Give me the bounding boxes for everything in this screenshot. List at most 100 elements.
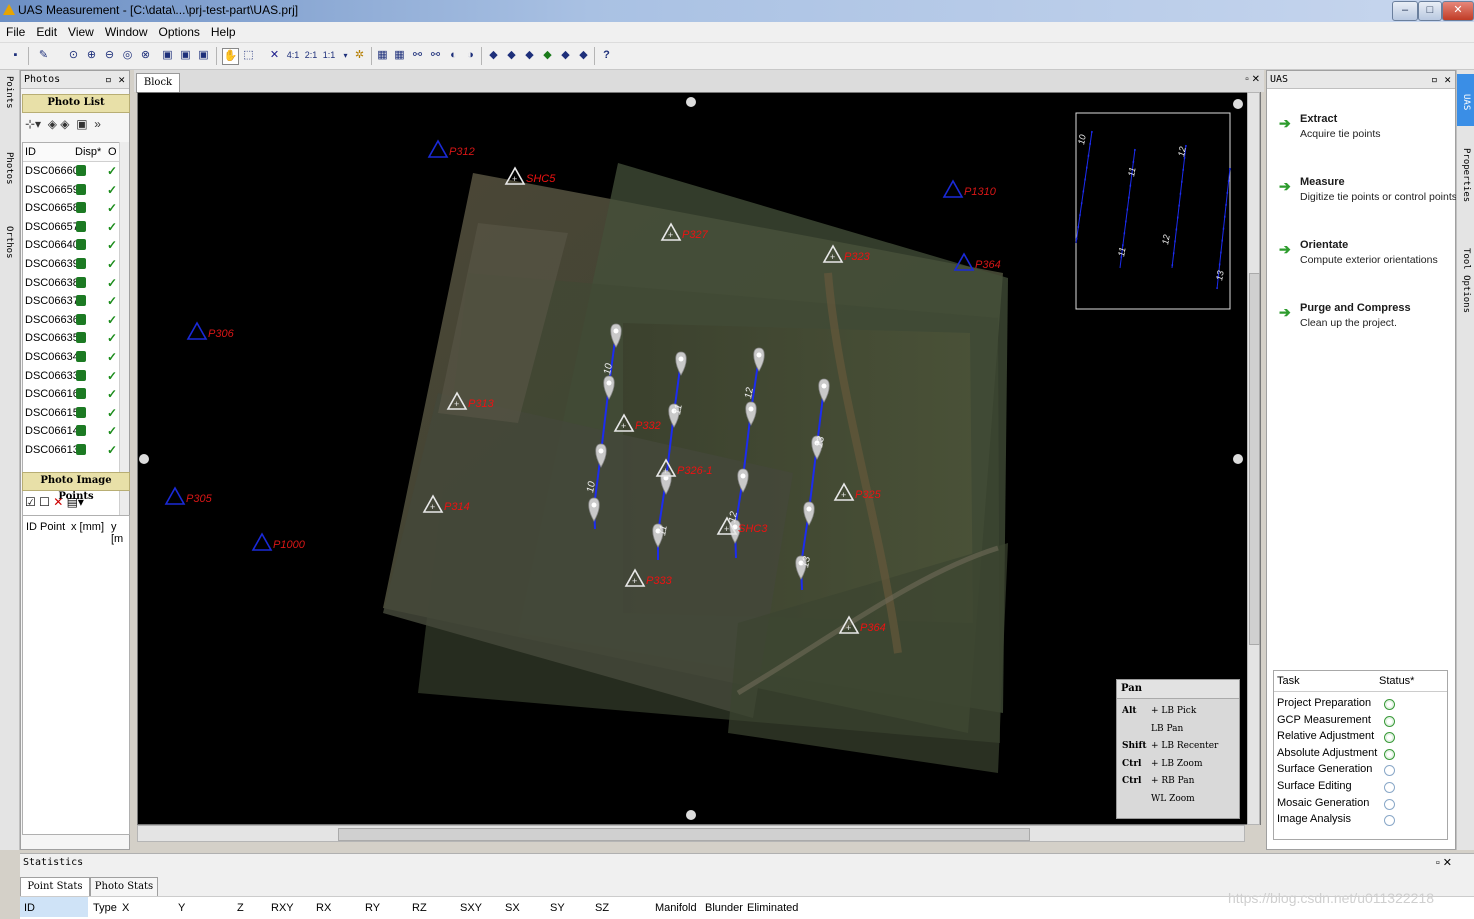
check-icon[interactable]: ✓ [107,218,117,236]
tool-icon[interactable]: ✎ [36,48,51,63]
menu-window[interactable]: Window [99,22,153,39]
zoom-out-icon[interactable]: ⊗ [138,48,153,63]
display-icon[interactable] [76,183,86,195]
points-dock-tab[interactable]: Points [4,76,14,109]
camera-6-icon[interactable]: ◆ [576,48,591,63]
check-icon[interactable]: ✓ [107,236,117,254]
gcp-marker[interactable]: P1000 [251,532,306,551]
pan-hand-icon[interactable]: ✋ [222,48,239,65]
zoom-4-1[interactable]: 4:1 [285,48,301,63]
stats-col[interactable]: RZ [412,902,427,914]
nav-left-icon[interactable] [139,454,149,464]
task-name[interactable]: Surface Editing [1277,780,1352,792]
gcp-triangle-icon[interactable] [251,532,273,551]
menu-view[interactable]: View [62,22,99,39]
zoom-point-icon[interactable]: ◎ [120,48,135,63]
stats-col[interactable]: SY [550,902,565,914]
check-icon[interactable]: ✓ [107,162,117,180]
photo-row[interactable]: DSC06615 ✓ [23,404,120,423]
col-o[interactable]: O [108,143,117,161]
statistics-close-icon[interactable]: ▫ ✕ [1436,856,1452,869]
block-close-icon[interactable]: ▫ ✕ [1245,74,1260,85]
photo-row[interactable]: DSC06633 ✓ [23,367,120,386]
display-icon[interactable] [76,257,86,269]
photo-row[interactable]: DSC06613 ✓ [23,441,120,460]
gcp-marker[interactable]: P1310 [942,179,997,198]
stats-col[interactable]: Z [237,902,244,914]
display-icon[interactable] [76,220,86,232]
block-hscroll[interactable] [137,825,1245,842]
check-icon[interactable]: ✓ [107,441,117,459]
uas-dock-tab[interactable]: UAS [1461,94,1471,110]
display-icon[interactable] [76,443,86,455]
photo-row[interactable]: DSC06640 ✓ [23,236,120,255]
block-vscroll[interactable] [1247,92,1260,825]
col-id-point[interactable]: ID Point [26,521,65,533]
photos-dock-tab[interactable]: Photos [4,152,14,185]
photo-row[interactable]: DSC06614 ✓ [23,422,120,441]
gcp-marker[interactable]: P305 [164,486,213,505]
task-name[interactable]: Absolute Adjustment [1277,747,1377,759]
display-icon[interactable] [76,425,86,437]
stats-col[interactable]: SX [505,902,520,914]
tab-block[interactable]: Block [136,73,180,93]
gcp-marker[interactable]: P312 [427,139,475,158]
check-icon[interactable]: ✓ [107,329,117,347]
stats-col[interactable]: Manifold [655,902,697,914]
check-icon[interactable]: ✓ [107,404,117,422]
photo-row[interactable]: DSC06636 ✓ [23,311,120,330]
menu-options[interactable]: Options [153,22,205,39]
display-icon[interactable] [76,295,86,307]
photo-list[interactable]: ID Disp* O DSC06660 ✓ DSC06659 ✓ DSC06658 ✓ DS… [22,142,121,524]
check-icon[interactable]: ✓ [107,367,117,385]
check-icon[interactable]: ✓ [107,274,117,292]
zoom-in-icon[interactable]: ⊕ [84,48,99,63]
check-icon[interactable]: ✓ [107,292,117,310]
display-icon[interactable] [76,369,86,381]
camera-2-icon[interactable]: ◆ [504,48,519,63]
image-points-list[interactable]: ID Point x [mm] y [m [22,515,130,835]
task-table[interactable]: Task Status* Project Preparation GCP Meas… [1273,670,1448,840]
overview-map[interactable] [1075,112,1231,310]
task-name[interactable]: Image Analysis [1277,813,1351,825]
nav-up-icon[interactable] [686,97,696,107]
stats-col[interactable]: RX [316,902,331,914]
photo-row[interactable]: DSC06659 ✓ [23,181,120,200]
gcp-triangle-icon[interactable] [164,486,186,505]
zoom-1-1[interactable]: 1:1 [321,48,337,63]
properties-dock-tab[interactable]: Properties [1461,148,1471,202]
target-icon[interactable]: ⊙ [66,48,81,63]
photo-row[interactable]: DSC06660 ✓ [23,162,120,181]
col-id[interactable]: ID [25,143,36,161]
task-name[interactable]: Surface Generation [1277,763,1372,775]
display-icon[interactable] [76,313,86,325]
camera-icon[interactable]: ◆ [486,48,501,63]
gcp-triangle-icon[interactable] [942,179,964,198]
gcp-marker[interactable]: P306 [186,321,235,340]
stats-col[interactable]: RY [365,902,380,914]
camera-3-icon[interactable]: ◆ [522,48,537,63]
check-icon[interactable]: ✓ [107,348,117,366]
zoom-2-1[interactable]: 2:1 [303,48,319,63]
task-name[interactable]: Relative Adjustment [1277,730,1374,742]
stats-col[interactable]: Y [178,902,185,914]
display-icon[interactable] [76,388,86,400]
gcp-marker[interactable]: + SHC5 [504,166,556,185]
stats-col[interactable]: Blunder [705,902,743,914]
panel-close-icon[interactable]: ▫ ✕ [105,71,125,89]
tab-photo-stats[interactable]: Photo Stats [90,877,158,897]
check-icon[interactable]: ✓ [107,255,117,273]
photo-2-icon[interactable]: ▣ [178,48,193,63]
uas-orientate-label[interactable]: Orientate [1300,239,1348,251]
photo-row[interactable]: DSC06637 ✓ [23,292,120,311]
display-icon[interactable] [76,202,86,214]
photo-3-icon[interactable]: ▣ [196,48,211,63]
nav-down-icon[interactable] [686,810,696,820]
col-x-mm[interactable]: x [mm] [71,521,104,533]
photo-icon[interactable]: ▣ [160,48,175,63]
uas-measure-label[interactable]: Measure [1300,176,1345,188]
maximize-button[interactable]: □ [1418,1,1442,21]
uas-panel-close-icon[interactable]: ▫ ✕ [1431,71,1451,89]
photo-row[interactable]: DSC06635 ✓ [23,329,120,348]
check-icon[interactable]: ✓ [107,311,117,329]
